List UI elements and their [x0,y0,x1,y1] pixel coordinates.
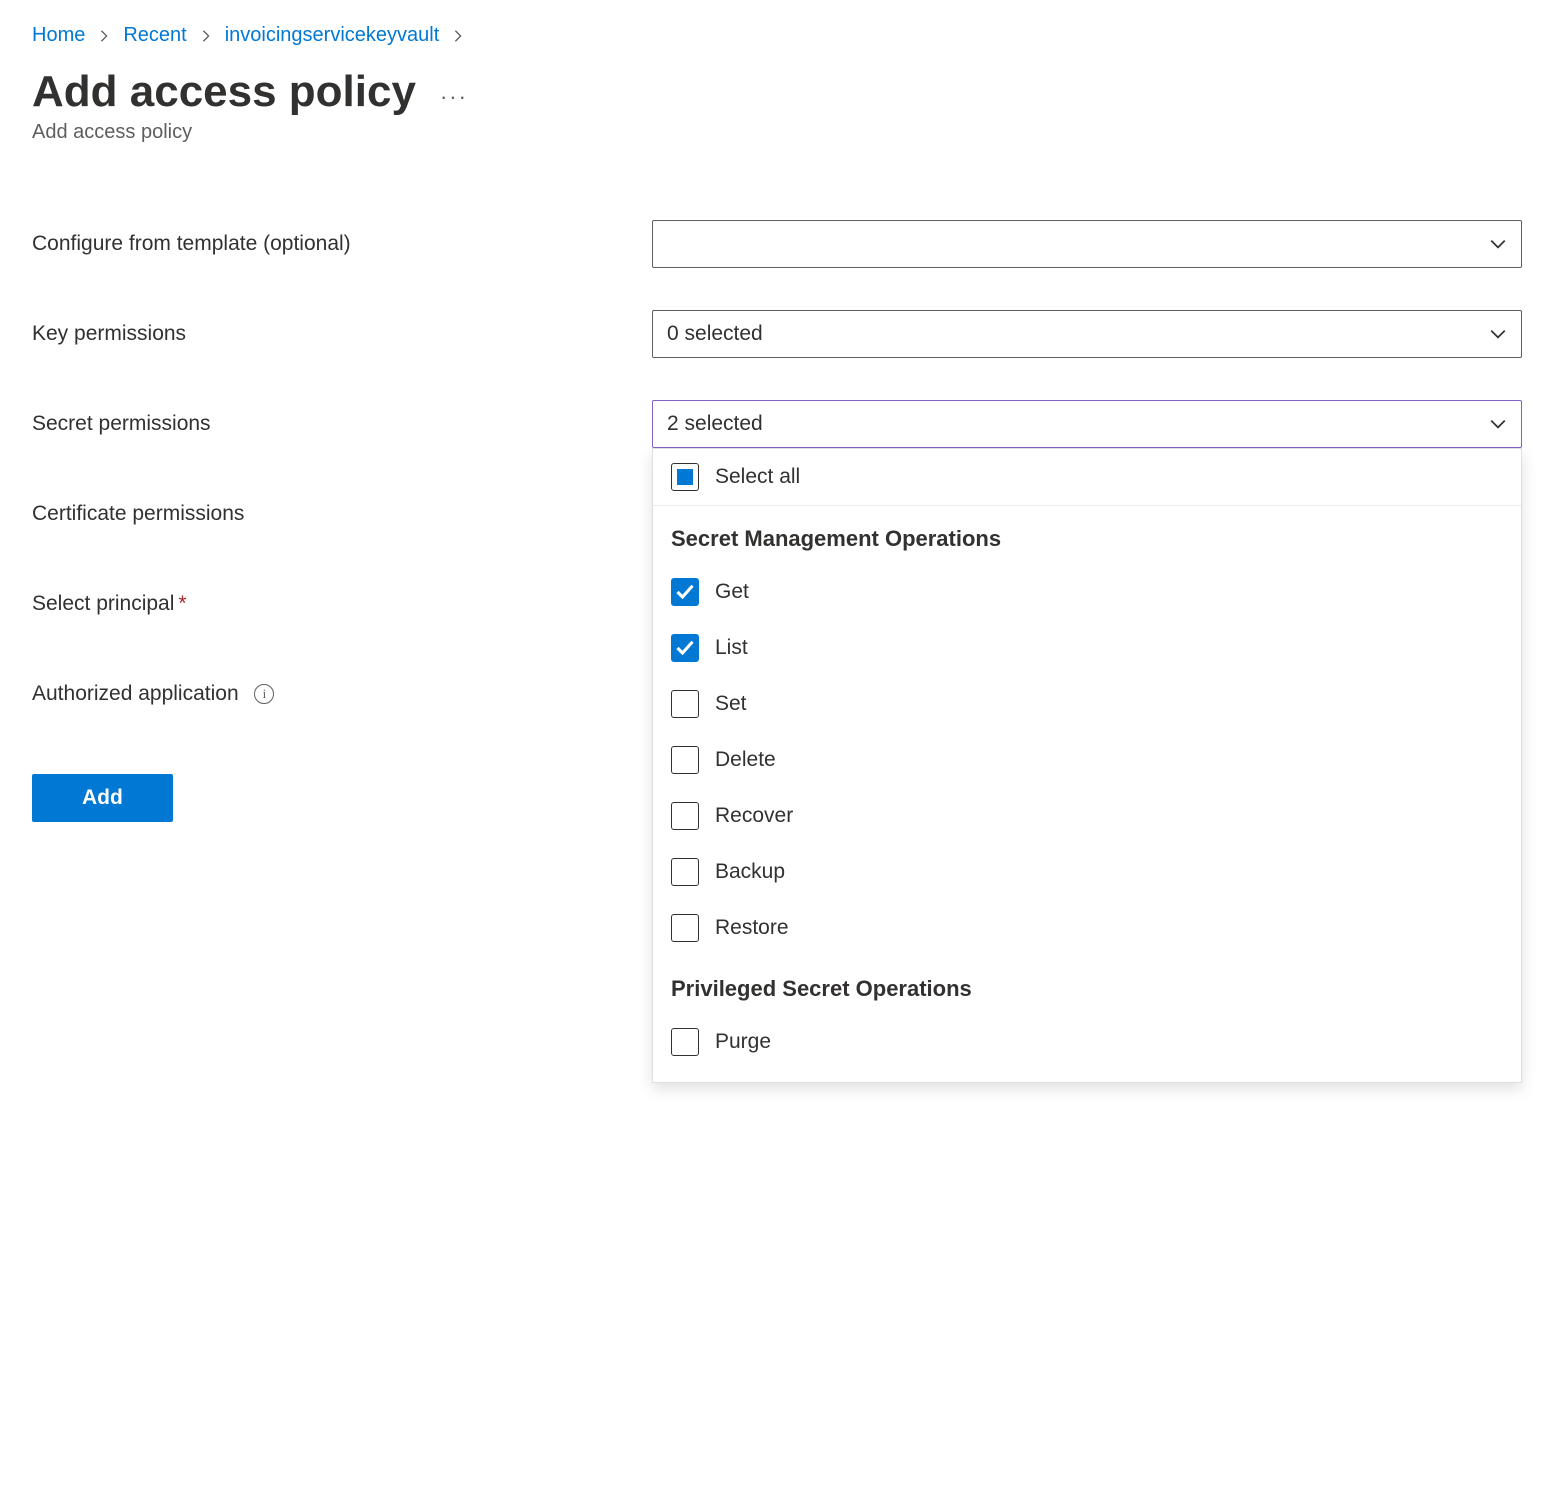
secret-permissions-dropdown[interactable]: 2 selected [652,400,1522,448]
checkbox-empty-icon [671,1028,699,1056]
option-label: Delete [715,748,776,772]
chevron-down-icon [1489,415,1507,433]
checkbox-checked-icon [671,634,699,662]
checkbox-mixed-icon [671,463,699,491]
chevron-right-icon [451,29,465,43]
option-label: Set [715,692,747,716]
group-heading: Secret Management Operations [653,506,1521,564]
template-dropdown[interactable] [652,220,1522,268]
secret-permissions-value: 2 selected [667,412,763,436]
checkbox-empty-icon [671,914,699,942]
option-purge[interactable]: Purge [653,1014,1521,1070]
page-subtitle: Add access policy [32,121,1533,144]
key-permissions-label: Key permissions [32,322,652,346]
authorized-application-label: Authorized application i [32,682,652,706]
breadcrumb-home[interactable]: Home [32,24,85,47]
checkbox-empty-icon [671,802,699,830]
option-label: Restore [715,916,789,940]
secret-permissions-label: Secret permissions [32,412,652,436]
option-label: Purge [715,1030,771,1054]
group-heading: Privileged Secret Operations [653,956,1521,1014]
option-delete[interactable]: Delete [653,732,1521,788]
option-label: List [715,636,748,660]
template-label: Configure from template (optional) [32,232,652,256]
option-recover[interactable]: Recover [653,788,1521,844]
chevron-down-icon [1489,325,1507,343]
select-principal-label: Select principal* [32,592,652,616]
option-set[interactable]: Set [653,676,1521,732]
key-permissions-value: 0 selected [667,322,763,346]
checkbox-empty-icon [671,690,699,718]
required-asterisk: * [178,592,186,615]
checkbox-empty-icon [671,858,699,886]
more-actions-button[interactable]: ··· [440,84,468,110]
option-label: Recover [715,804,793,828]
option-label: Backup [715,860,785,884]
breadcrumb-keyvault[interactable]: invoicingservicekeyvault [225,24,440,47]
checkbox-empty-icon [671,746,699,774]
info-icon[interactable]: i [254,684,274,704]
breadcrumb-recent[interactable]: Recent [123,24,186,47]
breadcrumb: Home Recent invoicingservicekeyvault [32,24,1533,47]
option-restore[interactable]: Restore [653,900,1521,956]
checkbox-checked-icon [671,578,699,606]
select-all-option[interactable]: Select all [653,449,1521,506]
option-get[interactable]: Get [653,564,1521,620]
secret-permissions-flyout: Select all Secret Management Operations … [652,448,1522,1083]
key-permissions-dropdown[interactable]: 0 selected [652,310,1522,358]
add-button[interactable]: Add [32,774,173,822]
certificate-permissions-label: Certificate permissions [32,502,652,526]
chevron-right-icon [199,29,213,43]
option-list[interactable]: List [653,620,1521,676]
option-label: Get [715,580,749,604]
page-title: Add access policy [32,67,416,117]
chevron-right-icon [97,29,111,43]
chevron-down-icon [1489,235,1507,253]
option-backup[interactable]: Backup [653,844,1521,900]
select-all-label: Select all [715,465,800,489]
